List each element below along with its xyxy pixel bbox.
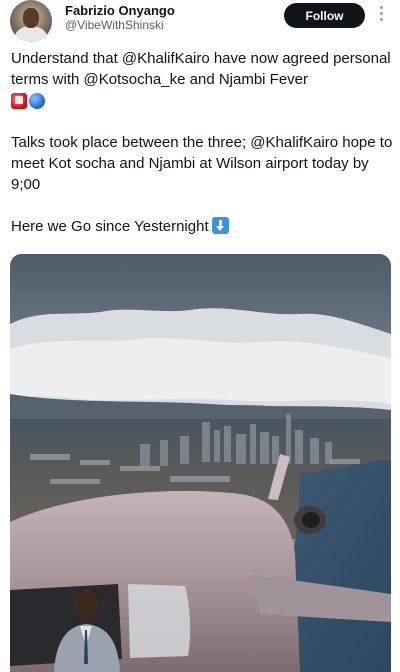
- down-arrow-emoji-icon: [211, 217, 229, 234]
- tweet-line-2: Talks took place between the three; @Kha…: [11, 134, 393, 193]
- follow-button[interactable]: Follow: [284, 3, 365, 28]
- tweet-line-3: Here we Go since Yesternight: [11, 218, 209, 235]
- tweet-text: Understand that @KhalifKairo have now ag…: [11, 48, 396, 237]
- author-name[interactable]: Fabrizio Onyango: [65, 3, 175, 18]
- airplane-city-photo: [10, 254, 391, 672]
- author-handle[interactable]: @VibeWithShinski: [65, 18, 164, 32]
- more-options-icon[interactable]: [377, 6, 385, 24]
- avatar[interactable]: [10, 0, 52, 42]
- avatar-face: [23, 8, 39, 28]
- avatar-body: [15, 26, 47, 42]
- police-light-emoji-icon: [11, 92, 27, 109]
- tweet-line-3-wrap: Here we Go since Yesternight: [11, 216, 396, 237]
- tweet-header: Fabrizio Onyango @VibeWithShinski Follow: [0, 0, 400, 46]
- tweet-emoji-row: [11, 90, 396, 111]
- tweet-line-1: Understand that @KhalifKairo have now ag…: [11, 50, 391, 88]
- tweet-media-photo[interactable]: [10, 254, 391, 672]
- blue-circle-emoji-icon: [29, 92, 45, 109]
